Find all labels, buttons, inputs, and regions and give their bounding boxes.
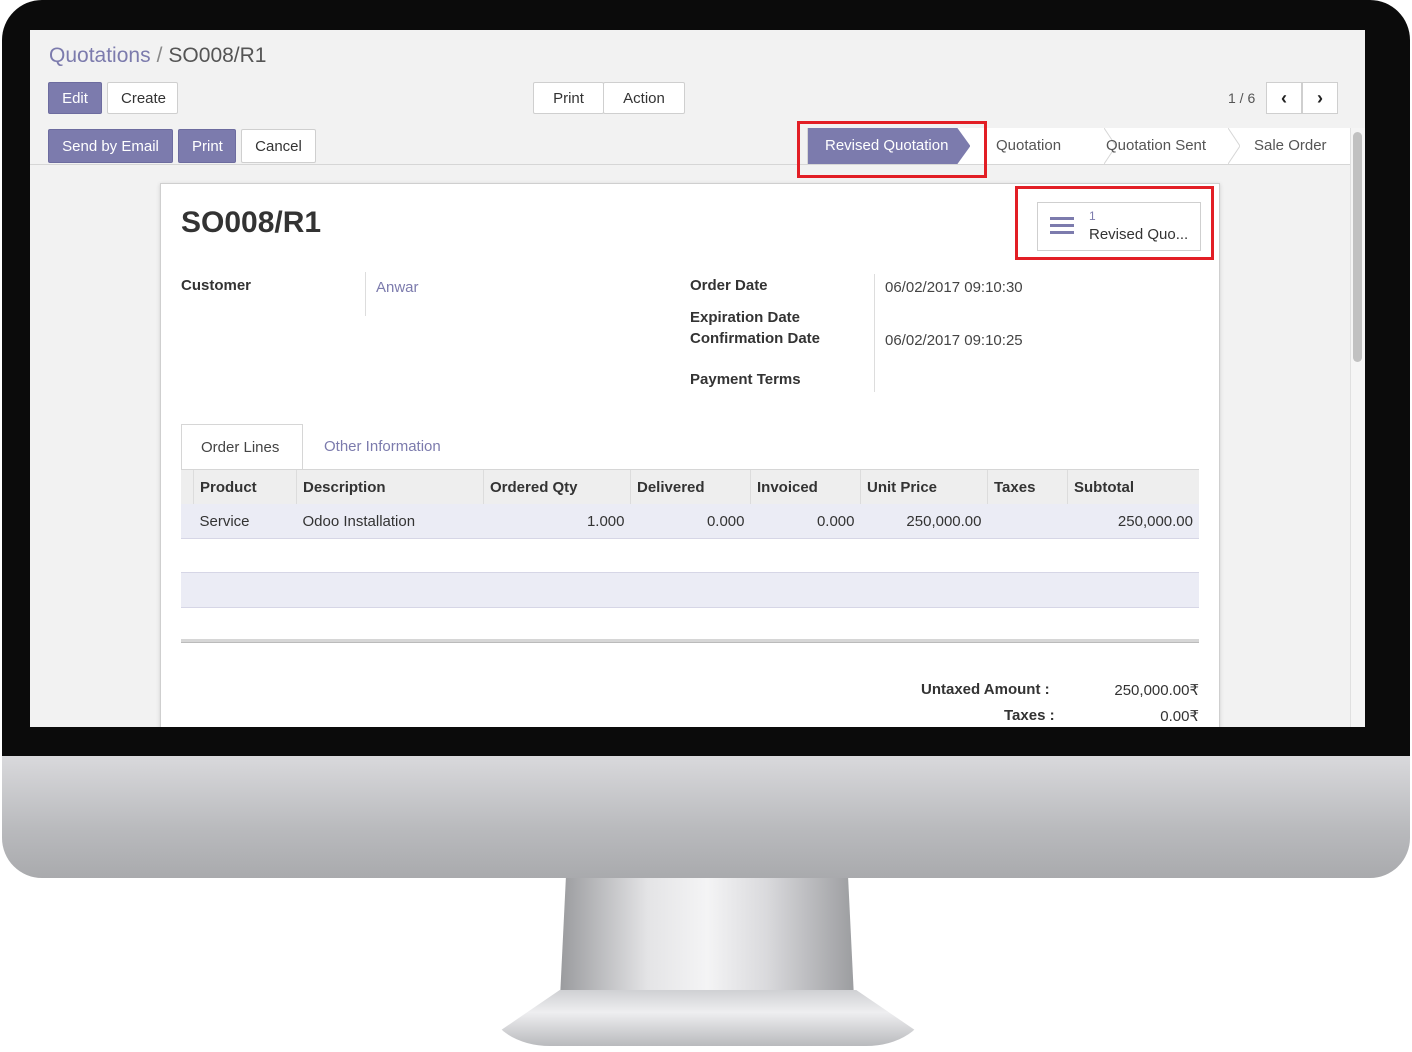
pager-next-button[interactable]: › [1302,82,1338,114]
untaxed-amount-value: 250,000.00₹ [1114,682,1199,699]
field-divider [365,272,366,316]
column-header-unit-price[interactable]: Unit Price [860,470,988,504]
print-dropdown-button[interactable]: Print [533,82,604,114]
create-button[interactable]: Create [107,82,178,114]
column-header-ordered-qty[interactable]: Ordered Qty [483,470,631,504]
tab-order-lines[interactable]: Order Lines [181,424,303,470]
stage-quotation[interactable]: Quotation [996,128,1061,164]
column-header-taxes[interactable]: Taxes [987,470,1068,504]
stage-quotation-sent[interactable]: Quotation Sent [1106,128,1206,164]
highlight-smart-button-box [1015,186,1214,260]
payment-terms-label: Payment Terms [690,371,801,388]
chevron-right-icon: › [1317,88,1323,108]
cell-product: Service [193,504,297,539]
column-header-product[interactable]: Product [193,470,297,504]
confirmation-date-label: Confirmation Date [690,330,821,347]
order-date-label: Order Date [690,277,768,294]
cell-subtotal: 250,000.00 [1067,504,1199,539]
highlight-stage-box [797,121,987,178]
monitor-stand-base [490,990,926,1046]
cell-ordered-qty: 1.000 [483,504,631,539]
edit-button[interactable]: Edit [48,82,102,114]
record-title: SO008/R1 [181,206,322,239]
expiration-date-label: Expiration Date [690,309,801,326]
untaxed-amount-label: Untaxed Amount : [921,681,1050,698]
customer-link[interactable]: Anwar [376,279,419,296]
cell-description: Odoo Installation [296,504,484,539]
table-footer-line [181,639,1199,643]
taxes-total-label: Taxes : [1004,707,1055,724]
column-header-description[interactable]: Description [296,470,484,504]
breadcrumb-current: SO008/R1 [168,44,267,67]
field-divider [874,274,875,392]
empty-table-row [181,572,1199,608]
cancel-button[interactable]: Cancel [241,129,316,163]
form-sheet: SO008/R1 1 Revised Quo... Customer Anwar… [160,183,1220,727]
order-date-value: 06/02/2017 09:10:30 [885,279,1023,296]
row-handle-header [181,470,194,504]
cell-invoiced: 0.000 [750,504,861,539]
monitor-chin [2,756,1410,878]
send-by-email-button[interactable]: Send by Email [48,129,173,163]
row-handle [181,504,194,539]
table-row[interactable]: Service Odoo Installation 1.000 0.000 0.… [181,504,1199,539]
pager-previous-button[interactable]: ‹ [1266,82,1302,114]
control-panel: Quotations / SO008/R1 Edit Create Print Ac… [30,30,1365,129]
confirmation-date-value: 06/02/2017 09:10:25 [885,332,1023,349]
stage-separator-icon [1228,128,1240,164]
screen: Quotations / SO008/R1 Edit Create Print Ac… [30,30,1365,727]
cell-unit-price: 250,000.00 [860,504,988,539]
pager-value[interactable]: 1 / 6 [1228,90,1255,106]
chevron-left-icon: ‹ [1281,88,1287,108]
column-header-invoiced[interactable]: Invoiced [750,470,861,504]
monitor-stand [560,878,854,998]
scrollbar-thumb[interactable] [1353,132,1362,362]
table-header-row: Product Description Ordered Qty Delivere… [181,470,1199,504]
action-dropdown-button[interactable]: Action [603,82,685,114]
order-lines-table: Product Description Ordered Qty Delivere… [181,470,1199,539]
tab-other-information[interactable]: Other Information [305,424,460,470]
breadcrumb-quotations-link[interactable]: Quotations [49,44,151,67]
customer-label: Customer [181,277,252,294]
stage-sale-order[interactable]: Sale Order [1254,128,1327,164]
cell-delivered: 0.000 [630,504,751,539]
breadcrumb: Quotations / SO008/R1 [49,44,266,68]
taxes-total-value: 0.00₹ [1160,708,1199,725]
breadcrumb-separator: / [156,44,163,67]
print-button[interactable]: Print [178,129,236,163]
column-header-subtotal[interactable]: Subtotal [1067,470,1199,504]
column-header-delivered[interactable]: Delivered [630,470,751,504]
cell-taxes [987,504,1068,539]
